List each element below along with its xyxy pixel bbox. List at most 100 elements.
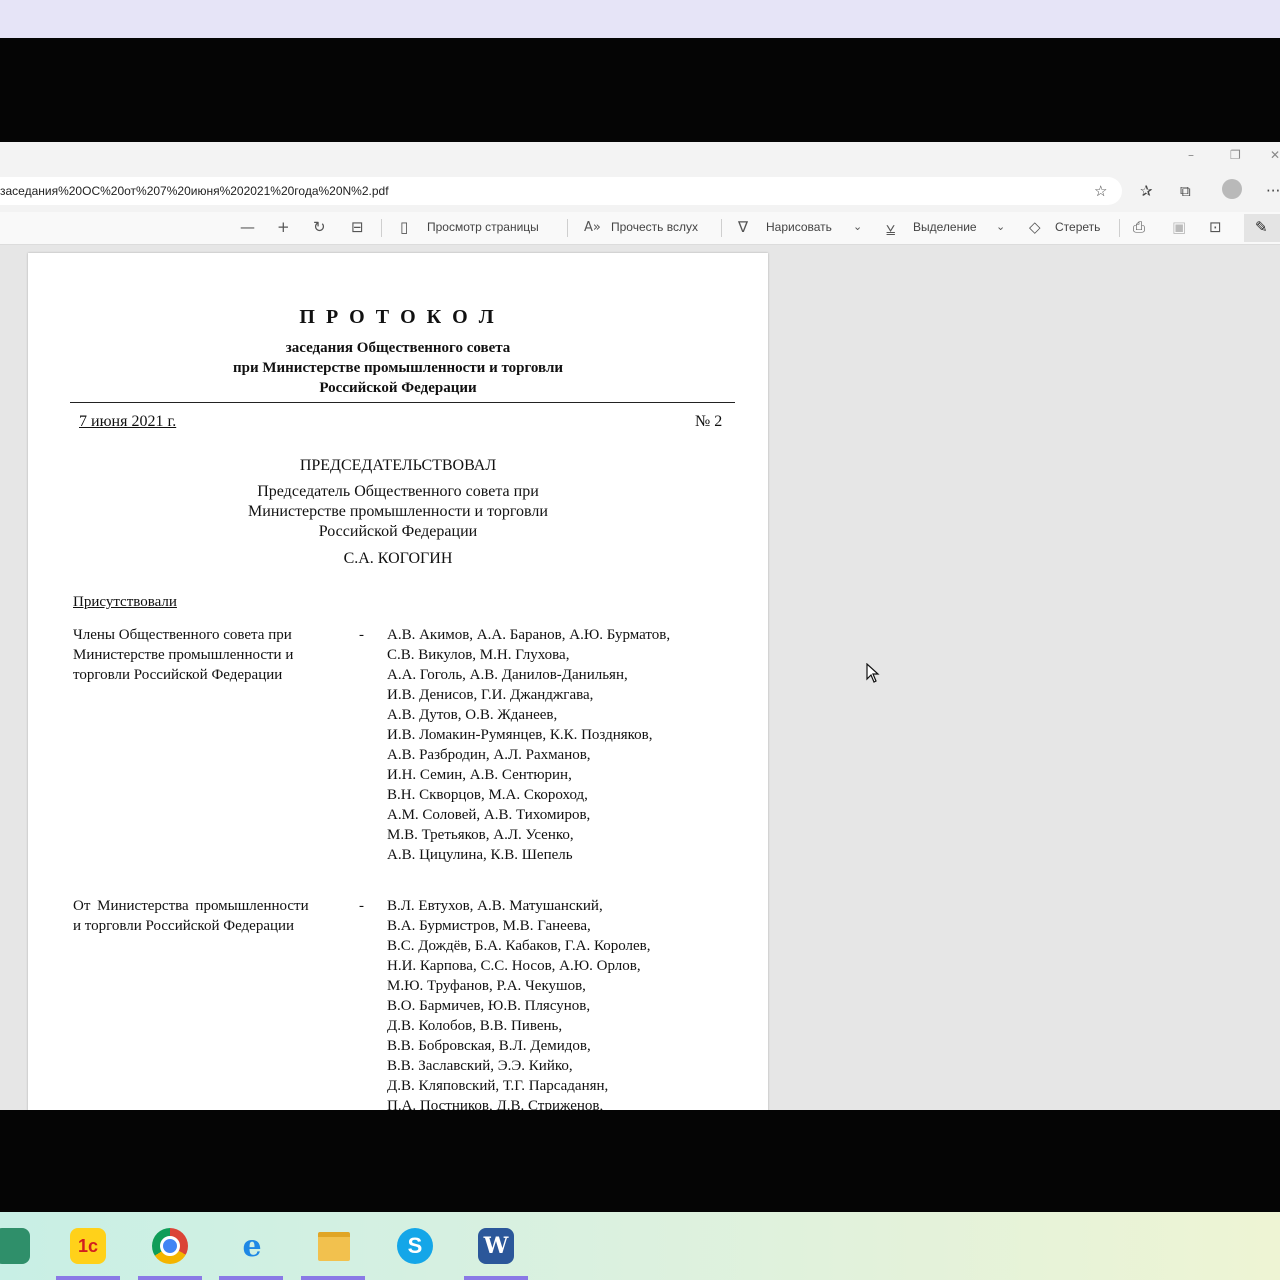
favorite-add-icon[interactable]: ☆ xyxy=(1094,182,1107,200)
toolbar-divider xyxy=(721,219,722,237)
save-as-icon[interactable]: ⊡ xyxy=(1209,218,1222,236)
close-button[interactable]: ✕ xyxy=(1270,148,1280,162)
top-desktop-band xyxy=(0,0,1280,38)
zoom-out-icon[interactable]: — xyxy=(240,218,255,236)
page-view-button[interactable]: Просмотр страницы xyxy=(427,220,539,234)
pdf-toolbar: — + ↻ ⊟ ▯ Просмотр страницы A» Прочесть … xyxy=(0,212,1280,245)
ministry-line: В.Л. Евтухов, А.В. Матушанский, xyxy=(387,898,603,914)
1c-enterprise-icon[interactable]: 1с xyxy=(70,1228,106,1264)
minimize-button[interactable]: – xyxy=(1188,148,1194,162)
member-line: И.Н. Семин, А.В. Сентюрин, xyxy=(387,767,572,783)
ministry-label: От Министерства промышленности xyxy=(73,898,309,914)
profile-avatar[interactable] xyxy=(1222,179,1242,199)
ministry-line: П.А. Постников, Д.В. Стриженов, xyxy=(387,1098,604,1110)
member-line: А.В. Дутов, О.В. Жданеев, xyxy=(387,707,558,723)
ministry-line: Д.В. Колобов, В.В. Пивень, xyxy=(387,1018,563,1034)
browser-window: – ❐ ✕ заседания%20ОС%20от%207%20июня%202… xyxy=(0,142,1280,1110)
page-view-icon[interactable]: ▯ xyxy=(400,218,408,236)
member-line: А.А. Гоголь, А.В. Данилов-Данильян, xyxy=(387,667,628,683)
chevron-down-icon[interactable]: ⌄ xyxy=(853,220,862,233)
toolbar-divider xyxy=(381,219,382,237)
title-bar: – ❐ ✕ xyxy=(0,142,1280,174)
letterbox-bottom xyxy=(0,1110,1280,1212)
members-label: Члены Общественного совета при xyxy=(73,627,292,643)
favorites-icon[interactable]: ✰ xyxy=(1140,182,1153,200)
member-line: И.В. Ломакин-Румянцев, К.К. Поздняков, xyxy=(387,727,653,743)
word-icon[interactable]: W xyxy=(478,1228,514,1264)
folder-shape xyxy=(318,1231,350,1261)
ministry-label: и торговли Российской Федерации xyxy=(73,918,295,934)
document-title: П Р О Т О К О Л xyxy=(299,306,497,328)
highlight-button[interactable]: Выделение xyxy=(913,220,977,234)
document-subtitle: Российской Федерации xyxy=(319,380,477,396)
ministry-line: Д.В. Кляповский, Т.Г. Парсаданян, xyxy=(387,1078,609,1094)
chevron-down-icon[interactable]: ⌄ xyxy=(996,220,1005,233)
ministry-line: В.В. Бобровская, В.Л. Демидов, xyxy=(387,1038,591,1054)
ministry-line: Н.И. Карпова, С.С. Носов, А.Ю. Орлов, xyxy=(387,958,641,974)
member-line: А.В. Акимов, А.А. Баранов, А.Ю. Бурматов… xyxy=(387,627,671,643)
chair-name: С.А. КОГОГИН xyxy=(343,550,453,567)
running-indicator xyxy=(138,1276,202,1280)
draw-icon[interactable]: ∇ xyxy=(738,218,748,236)
pdf-viewer: П Р О Т О К О Л заседания Общественного … xyxy=(0,245,1280,1110)
chair-title: Председатель Общественного совета при xyxy=(257,483,539,500)
address-bar: заседания%20ОС%20от%207%20июня%202021%20… xyxy=(0,174,1280,212)
pin-toolbar-button[interactable]: ✎ xyxy=(1244,214,1280,242)
running-indicator xyxy=(219,1276,283,1280)
running-indicator xyxy=(56,1276,120,1280)
document-subtitle: заседания Общественного совета xyxy=(285,340,511,356)
internet-explorer-icon[interactable]: e xyxy=(234,1228,270,1264)
print-icon[interactable]: ⎙ xyxy=(1133,218,1145,236)
members-label: Министерстве промышленности и xyxy=(73,647,294,663)
draw-button[interactable]: Нарисовать xyxy=(766,220,832,234)
read-aloud-icon[interactable]: A» xyxy=(584,220,601,235)
highlight-icon[interactable]: ⩣ xyxy=(886,218,895,236)
member-line: А.В. Цицулина, К.В. Шепель xyxy=(387,847,573,863)
taskbar: 1с e S W xyxy=(0,1212,1280,1280)
title-rule xyxy=(70,402,735,403)
members-label: торговли Российской Федерации xyxy=(73,667,283,683)
ministry-line: В.С. Дождёв, Б.А. Кабаков, Г.А. Королев, xyxy=(387,938,651,954)
running-indicator xyxy=(464,1276,528,1280)
list-dash: - xyxy=(359,627,364,643)
url-text: заседания%20ОС%20от%207%20июня%202021%20… xyxy=(0,184,389,198)
document-date: 7 июня 2021 г. xyxy=(79,413,177,430)
1C-launcher-icon[interactable] xyxy=(0,1228,30,1264)
url-field[interactable]: заседания%20ОС%20от%207%20июня%202021%20… xyxy=(0,177,1122,205)
letterbox-top xyxy=(0,38,1280,142)
skype-icon[interactable]: S xyxy=(397,1228,433,1264)
document-number: № 2 xyxy=(695,413,723,430)
ministry-line: М.Ю. Труфанов, Р.А. Чекушов, xyxy=(387,978,586,994)
read-aloud-button[interactable]: Прочесть вслух xyxy=(611,220,698,234)
ministry-line: В.А. Бурмистров, М.В. Ганеева, xyxy=(387,918,591,934)
pdf-page: П Р О Т О К О Л заседания Общественного … xyxy=(28,253,768,1110)
ministry-line: В.О. Бармичев, Ю.В. Плясунов, xyxy=(387,998,591,1014)
document-subtitle: при Министерстве промышленности и торгов… xyxy=(232,360,564,376)
collections-icon[interactable]: ⧉ xyxy=(1180,182,1191,200)
file-explorer-icon[interactable] xyxy=(316,1228,352,1264)
save-icon[interactable]: ▣ xyxy=(1172,218,1186,236)
zoom-in-icon[interactable]: + xyxy=(277,218,290,236)
fit-page-icon[interactable]: ⊟ xyxy=(351,218,364,236)
toolbar-divider xyxy=(567,219,568,237)
chaired-heading: ПРЕДСЕДАТЕЛЬСТВОВАЛ xyxy=(299,457,497,474)
member-line: С.В. Викулов, М.Н. Глухова, xyxy=(387,647,570,663)
restore-button[interactable]: ❐ xyxy=(1230,148,1241,162)
pin-icon: ✎ xyxy=(1255,218,1268,236)
eraser-icon[interactable]: ◇ xyxy=(1029,218,1041,236)
chrome-icon[interactable] xyxy=(152,1228,188,1264)
erase-button[interactable]: Стереть xyxy=(1055,220,1100,234)
present-label: Присутствовали xyxy=(73,594,177,610)
toolbar-divider xyxy=(1119,219,1120,237)
member-line: И.В. Денисов, Г.И. Джанджгава, xyxy=(387,687,594,703)
member-line: А.М. Соловей, А.В. Тихомиров, xyxy=(387,807,591,823)
member-line: В.Н. Скворцов, М.А. Скороход, xyxy=(387,787,588,803)
rotate-icon[interactable]: ↻ xyxy=(313,218,326,236)
member-line: А.В. Разбродин, А.Л. Рахманов, xyxy=(387,747,591,763)
mouse-cursor-icon xyxy=(866,663,880,683)
more-icon[interactable]: ··· xyxy=(1266,182,1280,200)
list-dash: - xyxy=(359,898,364,914)
chair-title: Российской Федерации xyxy=(318,523,478,540)
running-indicator xyxy=(301,1276,365,1280)
ministry-line: В.В. Заславский, Э.Э. Кийко, xyxy=(387,1058,573,1074)
